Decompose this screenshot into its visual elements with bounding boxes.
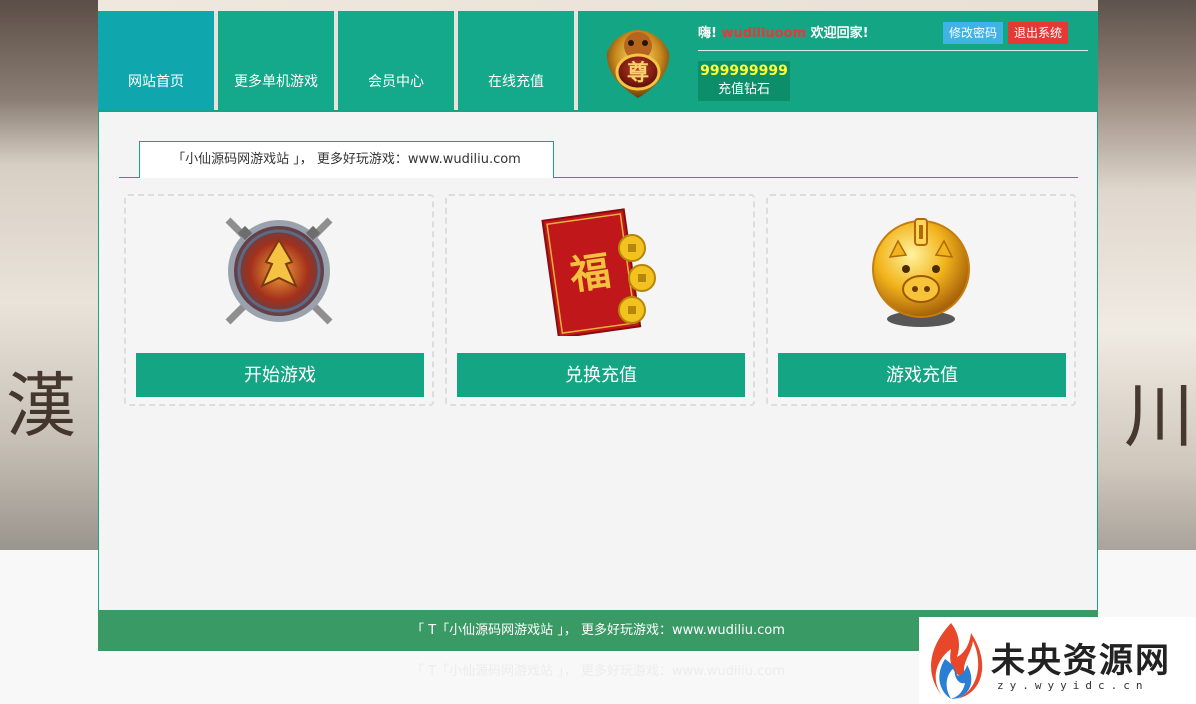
diamond-balance: 999999999 充值钻石 [698,61,790,101]
card-icon-area [126,206,432,336]
nav-item-home[interactable]: 网站首页 [98,11,214,110]
nav-item-member-center[interactable]: 会员中心 [338,11,454,110]
nav-item-more-games[interactable]: 更多单机游戏 [218,11,334,110]
start-game-button[interactable]: 开始游戏 [136,353,424,397]
logout-button[interactable]: 退出系统 [1008,22,1069,44]
nav-item-label: 更多单机游戏 [234,74,318,90]
card-exchange-recharge: 福 兑换充值 [445,194,755,406]
watermark-subtitle: zy.wyyidc.cn [997,679,1149,692]
nav-item-label: 会员中心 [368,74,424,90]
flame-logo-icon [931,623,983,699]
main-wrapper: 网站首页 更多单机游戏 会员中心 在线充值 尊 嗨! wudiliuoom 欢迎… [98,11,1098,651]
card-icon-area [768,206,1074,336]
nav-item-label: 网站首页 [128,74,184,90]
exchange-recharge-button[interactable]: 兑换充值 [457,353,745,397]
content-panel: 「小仙源码网游戏站 」， 更多好玩游戏：www.wudiliu.com 开始游戏… [98,110,1098,610]
greeting-prefix: 嗨! [698,26,717,41]
card-game-recharge: 游戏充值 [766,194,1076,406]
change-password-button[interactable]: 修改密码 [943,22,1004,44]
watermark-title: 未央资源网 [991,641,1171,681]
vip-badge-icon: 尊 [606,29,670,98]
username: wudiliuoom [721,26,807,41]
nav-item-label: 在线充值 [488,74,544,90]
background-figure-left [0,0,98,550]
watermark: 未央资源网 zy.wyyidc.cn [919,617,1196,704]
greeting-suffix: 欢迎回家! [810,26,869,41]
header: 网站首页 更多单机游戏 会员中心 在线充值 尊 嗨! wudiliuoom 欢迎… [98,11,1098,110]
nav-item-online-recharge[interactable]: 在线充值 [458,11,574,110]
greeting: 嗨! wudiliuoom 欢迎回家! [698,22,869,41]
tab-site-title[interactable]: 「小仙源码网游戏站 」， 更多好玩游戏：www.wudiliu.com [139,141,554,178]
user-panel: 嗨! wudiliuoom 欢迎回家! 修改密码 退出系统 999999999 … [698,11,1098,110]
header-divider [698,50,1088,51]
vip-badge-glyph: 尊 [627,60,649,86]
game-recharge-button[interactable]: 游戏充值 [778,353,1066,397]
red-envelope-fu-icon: 福 [541,208,656,336]
avatar: 尊 [578,11,698,110]
background-calligraphy-right: 川 [1124,375,1194,457]
card-icon-area: 福 [447,206,753,336]
background-figure-right [1098,0,1196,550]
golden-piggy-bank-icon [872,218,970,327]
fu-glyph: 福 [566,247,613,299]
card-start-game: 开始游戏 [124,194,434,406]
crossed-swords-emblem-icon [225,217,333,325]
background-calligraphy-left: 漢 [6,365,76,447]
diamond-value: 999999999 [700,63,788,79]
diamond-label: 充值钻石 [717,82,770,97]
